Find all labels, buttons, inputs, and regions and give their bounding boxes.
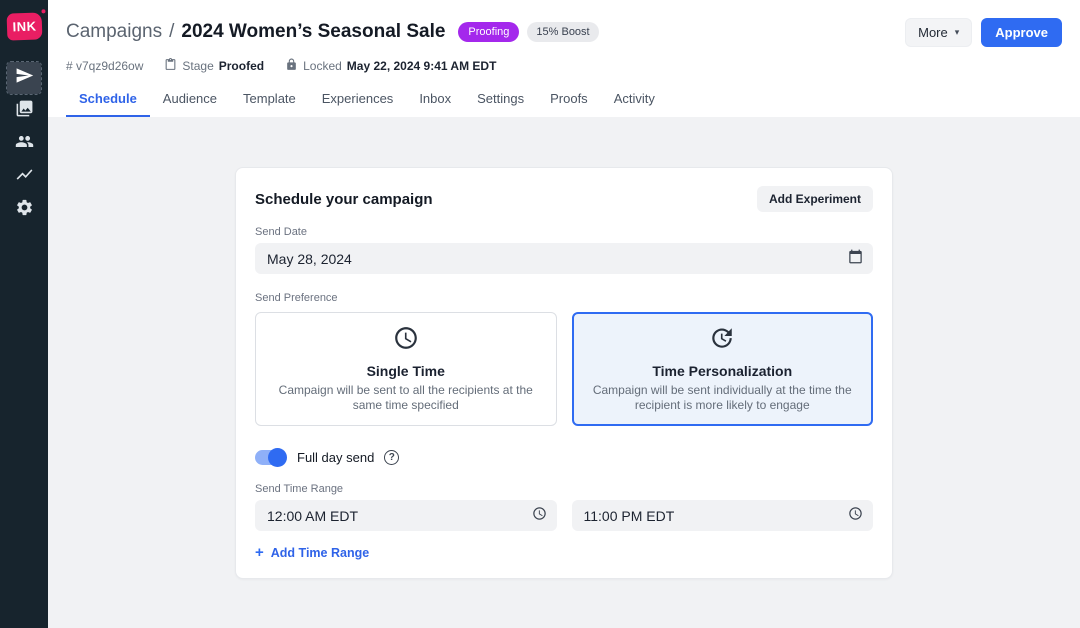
time-range-end-value: 11:00 PM EDT (584, 508, 675, 524)
tab-audience[interactable]: Audience (150, 87, 230, 118)
time-range-start-input[interactable]: 12:00 AM EDT (255, 500, 557, 531)
time-range-start-value: 12:00 AM EDT (267, 508, 358, 524)
content-area: Schedule your campaign Add Experiment Se… (48, 117, 1080, 628)
toggle-knob (268, 448, 287, 467)
send-preference-label: Send Preference (255, 292, 873, 304)
locked-label: Locked (303, 59, 342, 73)
sidebar-item-library[interactable] (7, 95, 41, 127)
single-time-title: Single Time (270, 363, 542, 379)
time-personalization-description: Campaign will be sent individually at th… (587, 383, 859, 413)
gear-icon (15, 198, 34, 222)
stage-value: Proofed (219, 59, 264, 73)
help-icon[interactable]: ? (384, 450, 399, 465)
schedule-card: Schedule your campaign Add Experiment Se… (235, 167, 893, 579)
send-time-range-inputs: 12:00 AM EDT 11:00 PM EDT (255, 495, 873, 531)
tab-inbox[interactable]: Inbox (406, 87, 464, 118)
sidebar-item-campaigns[interactable] (7, 62, 41, 94)
breadcrumb-separator: / (169, 21, 174, 43)
clipboard-icon (164, 58, 177, 74)
full-day-send-label: Full day send (297, 450, 374, 465)
chevron-down-icon: ▾ (955, 27, 960, 38)
tab-bar: Schedule Audience Template Experiences I… (66, 87, 1062, 118)
send-icon (15, 66, 34, 90)
single-time-description: Campaign will be sent to all the recipie… (270, 383, 542, 413)
plus-icon: + (255, 545, 264, 560)
approve-button[interactable]: Approve (981, 18, 1062, 47)
clock-update-icon (709, 338, 735, 355)
photo-library-icon (15, 99, 34, 123)
time-personalization-title: Time Personalization (587, 363, 859, 379)
full-day-send-toggle[interactable] (255, 450, 285, 465)
stage-meta: Stage Proofed (164, 58, 264, 74)
card-title: Schedule your campaign (255, 191, 433, 208)
status-badge: Proofing (458, 22, 519, 42)
clock-icon (393, 338, 419, 355)
lock-icon (285, 58, 298, 74)
calendar-icon (848, 249, 863, 269)
add-time-range-button[interactable]: + Add Time Range (255, 545, 873, 560)
send-date-value: May 28, 2024 (267, 251, 352, 267)
send-date-input[interactable]: May 28, 2024 (255, 243, 873, 274)
add-time-range-label: Add Time Range (271, 546, 369, 560)
option-single-time[interactable]: Single Time Campaign will be sent to all… (255, 312, 557, 426)
option-time-personalization[interactable]: Time Personalization Campaign will be se… (572, 312, 874, 426)
brand-logo-mark: INK (6, 12, 42, 40)
send-preference-options: Single Time Campaign will be sent to all… (255, 312, 873, 426)
header-row: Campaigns / 2024 Women’s Seasonal Sale P… (66, 17, 1062, 47)
locked-meta: Locked May 22, 2024 9:41 AM EDT (285, 58, 496, 74)
clock-icon (848, 506, 863, 526)
boost-badge: 15% Boost (527, 22, 598, 42)
sidebar-item-analytics[interactable] (7, 161, 41, 193)
tab-experiences[interactable]: Experiences (309, 87, 407, 118)
more-button[interactable]: More ▾ (905, 18, 972, 47)
header-actions: More ▾ Approve (905, 18, 1062, 47)
clock-icon (532, 506, 547, 526)
people-icon (15, 132, 34, 156)
card-header: Schedule your campaign Add Experiment (255, 186, 873, 212)
tab-settings[interactable]: Settings (464, 87, 537, 118)
tab-template[interactable]: Template (230, 87, 309, 118)
tab-activity[interactable]: Activity (601, 87, 668, 118)
sidebar: INK (0, 0, 48, 628)
sidebar-item-settings[interactable] (7, 194, 41, 226)
send-time-range-label: Send Time Range (255, 483, 873, 495)
brand-logo[interactable]: INK (0, 0, 48, 52)
send-date-label: Send Date (255, 226, 873, 238)
full-day-send-row: Full day send ? (255, 450, 873, 465)
main-area: Campaigns / 2024 Women’s Seasonal Sale P… (48, 0, 1080, 628)
tab-schedule[interactable]: Schedule (66, 87, 150, 118)
sidebar-nav (7, 62, 41, 226)
stage-label: Stage (182, 59, 213, 73)
locked-value: May 22, 2024 9:41 AM EDT (347, 59, 497, 73)
topbar: Campaigns / 2024 Women’s Seasonal Sale P… (48, 0, 1080, 117)
campaign-id: # v7qz9d26ow (66, 59, 143, 73)
page-title: 2024 Women’s Seasonal Sale (181, 21, 445, 43)
chart-trend-icon (15, 165, 34, 189)
campaign-meta-row: # v7qz9d26ow Stage Proofed Locked May 22… (66, 58, 1062, 74)
sidebar-item-audiences[interactable] (7, 128, 41, 160)
tab-proofs[interactable]: Proofs (537, 87, 601, 118)
breadcrumb-campaigns[interactable]: Campaigns (66, 21, 162, 43)
add-experiment-button[interactable]: Add Experiment (757, 186, 873, 212)
time-range-end-input[interactable]: 11:00 PM EDT (572, 500, 874, 531)
